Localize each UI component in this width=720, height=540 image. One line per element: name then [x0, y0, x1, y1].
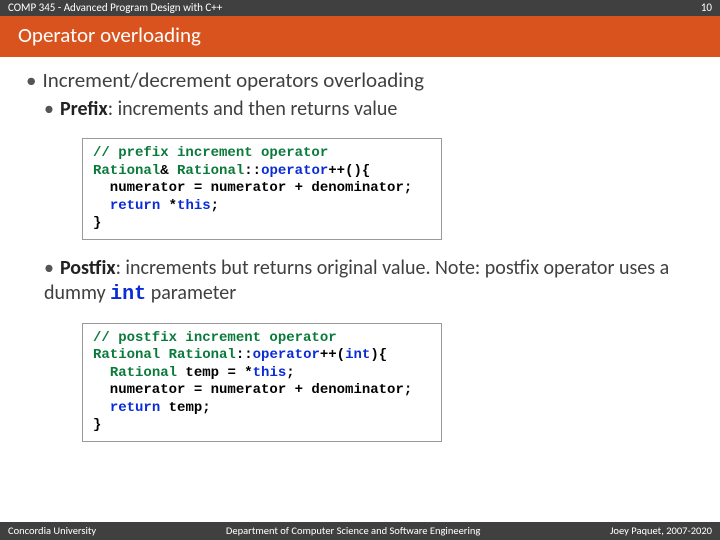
- prefix-desc: : increments and then returns value: [108, 97, 398, 121]
- code-block-postfix: // postfix increment operator Rational R…: [82, 323, 442, 442]
- bullet-dot-icon: •: [44, 256, 54, 280]
- main-bullet: •Increment/decrement operators overloadi…: [26, 67, 694, 93]
- bullet-dot-icon: •: [26, 67, 36, 93]
- footer-left: Concordia University: [8, 525, 96, 537]
- code-comment: // postfix increment operator: [93, 330, 337, 346]
- postfix-label: Postfix: [60, 256, 116, 280]
- course-label: COMP 345 - Advanced Program Design with …: [8, 2, 222, 14]
- footer-bar: Concordia University Department of Compu…: [0, 522, 720, 540]
- content-area: •Increment/decrement operators overloadi…: [0, 57, 720, 458]
- prefix-label: Prefix: [60, 97, 108, 121]
- prefix-bullet: •Prefix: increments and then returns val…: [44, 97, 694, 122]
- header-bar: COMP 345 - Advanced Program Design with …: [0, 0, 720, 16]
- footer-center: Department of Computer Science and Softw…: [226, 525, 480, 537]
- slide-title: Operator overloading: [0, 16, 720, 57]
- code-comment: // prefix increment operator: [93, 145, 328, 161]
- slide-number: 10: [701, 2, 712, 14]
- footer-right: Joey Paquet, 2007-2020: [610, 525, 712, 537]
- code-block-prefix: // prefix increment operator Rational& R…: [82, 138, 442, 240]
- postfix-bullet: •Postfix: increments but returns origina…: [44, 256, 694, 307]
- main-bullet-text: Increment/decrement operators overloadin…: [42, 67, 424, 93]
- postfix-desc-2: parameter: [146, 281, 236, 305]
- bullet-dot-icon: •: [44, 97, 54, 121]
- int-token: int: [110, 283, 146, 306]
